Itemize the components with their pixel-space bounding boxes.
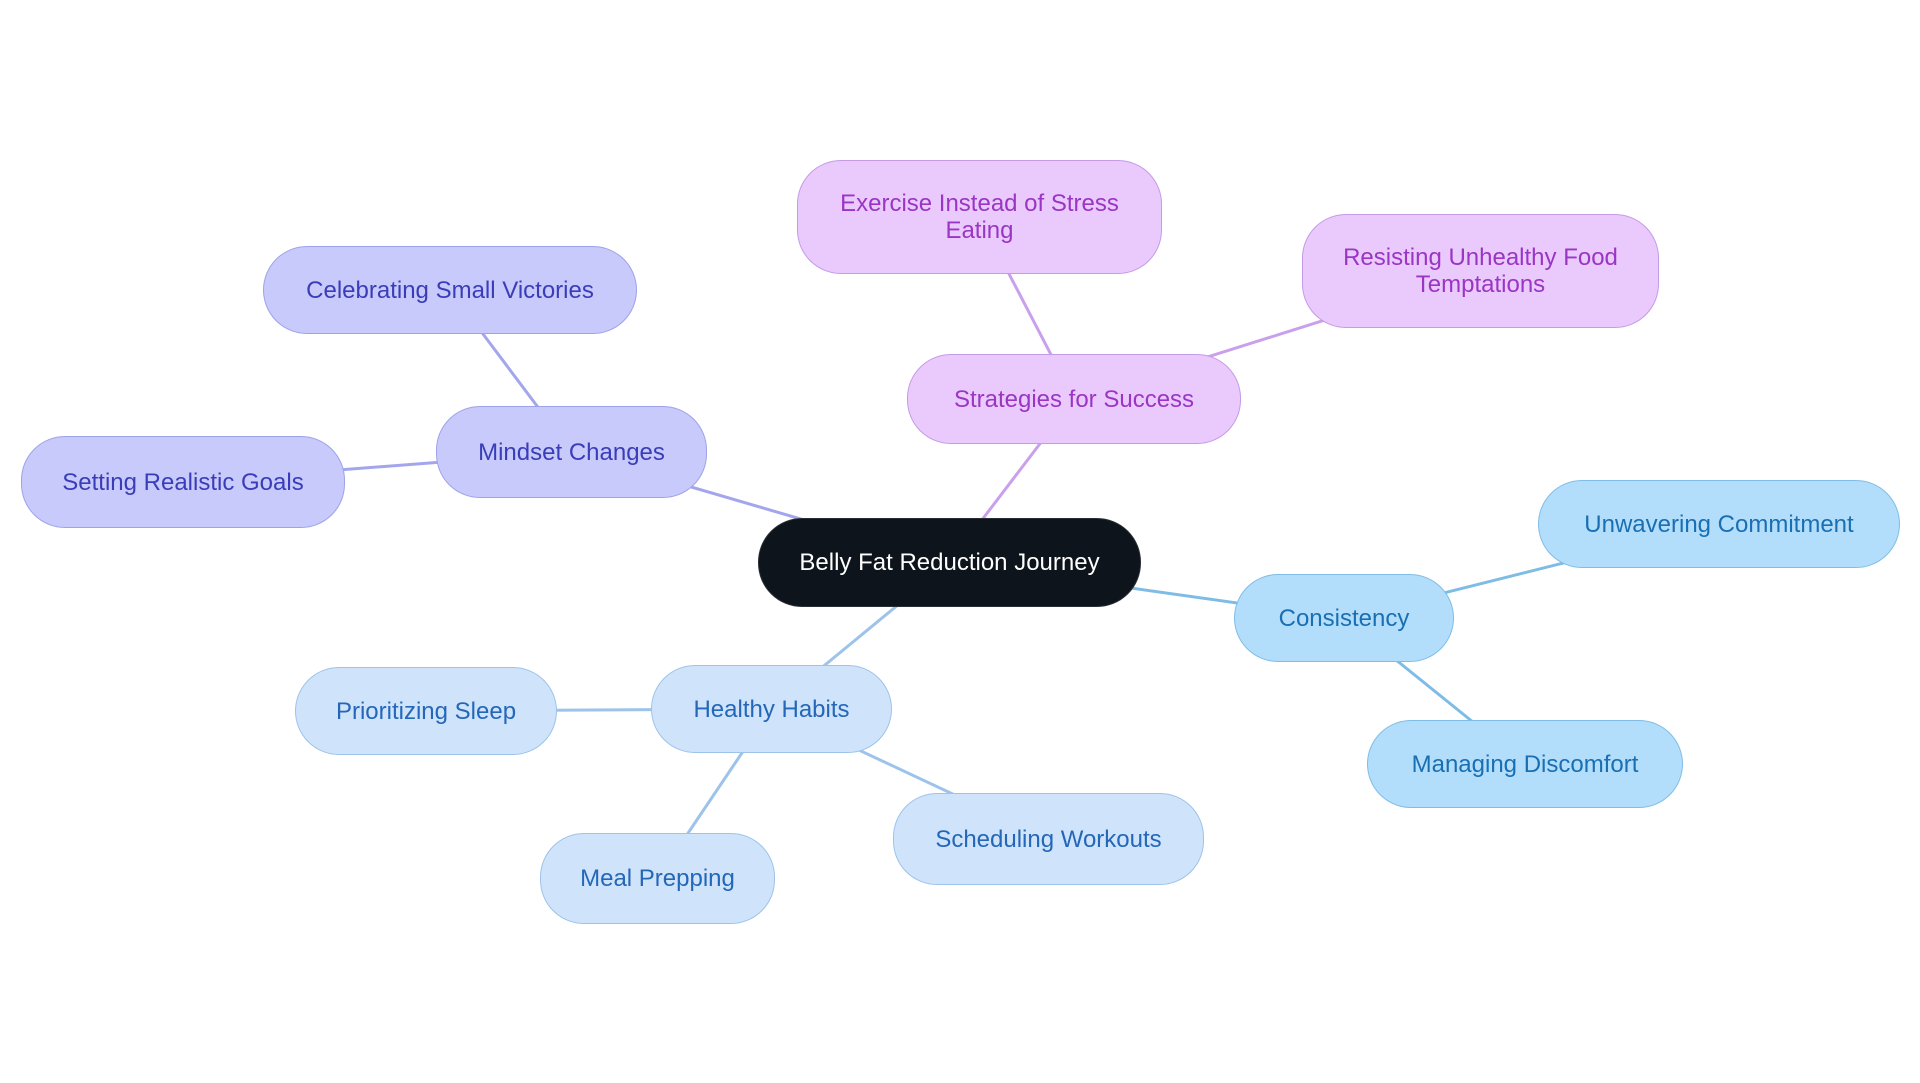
node-label: Setting Realistic Goals [62,468,304,496]
node-label: Healthy Habits [693,695,850,723]
node-label: Consistency [1278,604,1410,632]
node-label: Unwavering Commitment [1584,510,1854,538]
node-label: Strategies for Success [953,385,1195,413]
node-root-belly-fat-reduction-journey[interactable]: Belly Fat Reduction Journey [758,518,1141,607]
node-resisting-unhealthy-food-temptations[interactable]: Resisting Unhealthy Food Temptations [1302,214,1659,328]
node-celebrating-small-victories[interactable]: Celebrating Small Victories [263,246,637,334]
node-unwavering-commitment[interactable]: Unwavering Commitment [1538,480,1900,568]
node-label: Managing Discomfort [1411,750,1639,778]
node-strategies-for-success[interactable]: Strategies for Success [907,354,1241,444]
node-label-line: Temptations [1415,271,1546,298]
node-label: Belly Fat Reduction Journey [799,549,1100,576]
node-meal-prepping[interactable]: Meal Prepping [540,833,775,924]
node-setting-realistic-goals[interactable]: Setting Realistic Goals [21,436,345,528]
node-prioritizing-sleep[interactable]: Prioritizing Sleep [295,667,557,755]
node-scheduling-workouts[interactable]: Scheduling Workouts [893,793,1204,885]
node-mindset-changes[interactable]: Mindset Changes [436,406,707,498]
node-label: Celebrating Small Victories [306,276,594,304]
node-label: Scheduling Workouts [935,825,1162,853]
node-label-line: Exercise Instead of Stress [840,190,1119,217]
node-label: Mindset Changes [478,438,665,466]
node-healthy-habits[interactable]: Healthy Habits [651,665,892,753]
node-managing-discomfort[interactable]: Managing Discomfort [1367,720,1683,808]
node-exercise-instead-of-stress-eating[interactable]: Exercise Instead of Stress Eating [797,160,1162,274]
node-label: Prioritizing Sleep [335,697,517,725]
node-label-line: Eating [945,217,1014,244]
node-label: Meal Prepping [580,865,735,892]
node-consistency[interactable]: Consistency [1234,574,1454,662]
node-label-line: Resisting Unhealthy Food [1343,244,1618,271]
